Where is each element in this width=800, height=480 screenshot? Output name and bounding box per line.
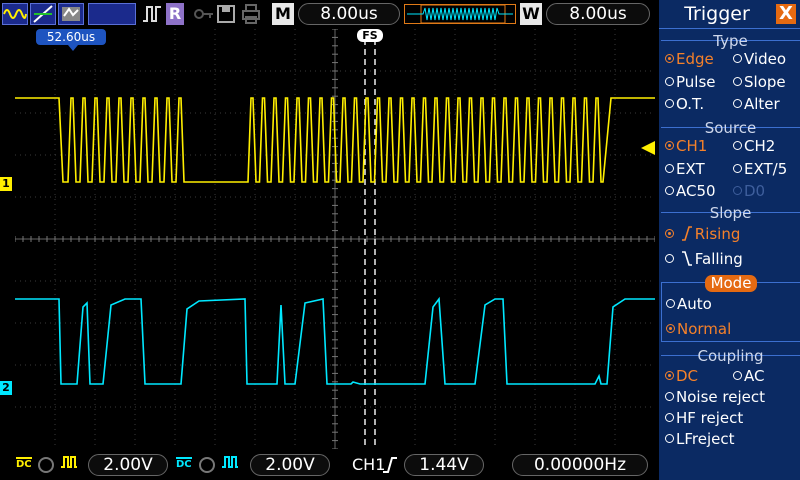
mode-auto-option[interactable]: Auto [666,295,712,313]
ch2-volts-div[interactable]: 2.00V [250,454,330,476]
slope-rising-option[interactable]: Rising [665,225,740,243]
waveform-display[interactable] [14,28,656,450]
trigger-level-marker[interactable] [641,141,655,155]
slope-title: Slope [709,204,752,222]
source-group: Source CH1 CH2 EXT EXT/5 AC50 D0 [661,119,800,203]
coupling-hf-reject-option[interactable]: HF reject [665,409,743,427]
slope-group: Slope Rising Falling [661,204,800,270]
type-pulse-option[interactable]: Pulse [665,73,716,91]
rising-edge-icon [382,455,398,475]
gray-icon[interactable] [58,3,84,25]
top-toolbar: R M 8.00us W 8.00us [0,0,655,29]
panel-title: Trigger [684,3,750,25]
ch1-bandwidth-icon[interactable] [38,457,54,473]
source-ac50-option[interactable]: AC50 [665,182,716,200]
R-icon[interactable]: R [166,3,184,25]
source-title: Source [704,119,757,137]
slope-falling-option[interactable]: Falling [665,250,743,268]
pulse-icon[interactable] [142,3,162,25]
coupling-noise-reject-option[interactable]: Noise reject [665,388,765,406]
ch2-coupling-label: DC [176,459,192,470]
ch1-coupling-label: DC [16,459,32,470]
trigger-level-value[interactable]: 1.44V [404,454,484,476]
type-slope-option[interactable]: Slope [733,73,786,91]
memory-overview[interactable] [404,4,516,24]
type-alter-option[interactable]: Alter [733,95,780,113]
timebase-value[interactable]: 8.00us [298,3,400,25]
trigger-menu-panel: Trigger X Type Edge Video Pulse Slope O.… [659,0,800,480]
coupling-group: Coupling DC AC Noise reject HF reject LF… [661,347,800,455]
ch2-bandwidth-icon[interactable] [199,457,215,473]
ch1-volts-div[interactable]: 2.00V [88,454,168,476]
source-ch2-option[interactable]: CH2 [733,137,775,155]
ch2-ground-marker[interactable]: 2 [0,381,12,395]
source-d0-option: D0 [733,182,765,200]
frequency-counter: 0.00000Hz [512,454,648,476]
ch1-ground-marker[interactable]: 1 [0,177,12,191]
menu-slot[interactable] [88,3,136,25]
source-ext5-option[interactable]: EXT/5 [733,160,787,178]
type-ot-option[interactable]: O.T. [665,95,704,113]
mode-title: Mode [705,275,757,292]
waveform-icon[interactable] [2,3,28,25]
coupling-dc-option[interactable]: DC [665,367,698,385]
graticule [14,28,656,450]
close-button[interactable]: X [776,4,796,24]
source-ch1-option[interactable]: CH1 [665,137,707,155]
save-icon[interactable] [216,3,236,25]
coupling-lf-reject-option[interactable]: LFreject [665,430,734,448]
window-timebase-mode[interactable]: W [520,3,542,25]
type-group: Type Edge Video Pulse Slope O.T. Alter [661,32,800,116]
source-ext-option[interactable]: EXT [665,160,705,178]
ch2-coupling[interactable]: DC [176,457,192,470]
window-timebase-value[interactable]: 8.00us [546,3,650,25]
type-edge-option[interactable]: Edge [665,50,714,68]
print-icon[interactable] [240,3,262,25]
trigger-source-label[interactable]: CH1 [352,454,385,476]
falling-edge-icon [681,251,692,266]
ch1-coupling[interactable]: DC [16,457,32,470]
bottom-status-bar: DC 2.00V DC 2.00V CH1 1.44V 0.00000Hz [0,449,655,480]
fs-marker[interactable]: FS [357,29,383,42]
horizontal-position-badge[interactable]: 52.60us [36,29,106,51]
coupling-ac-option[interactable]: AC [733,367,764,385]
ch1-invert-icon[interactable] [60,454,78,475]
main-timebase-mode[interactable]: M [272,3,294,25]
type-video-option[interactable]: Video [733,50,786,68]
type-title: Type [713,32,748,50]
ch2-invert-icon[interactable] [221,454,239,475]
slash-icon[interactable] [30,3,56,25]
key-icon[interactable] [192,3,214,25]
waveform-svg [14,28,656,450]
panel-header: Trigger X [659,0,800,29]
mode-normal-option[interactable]: Normal [666,320,731,338]
coupling-title: Coupling [697,347,764,365]
rising-edge-icon [681,226,692,241]
